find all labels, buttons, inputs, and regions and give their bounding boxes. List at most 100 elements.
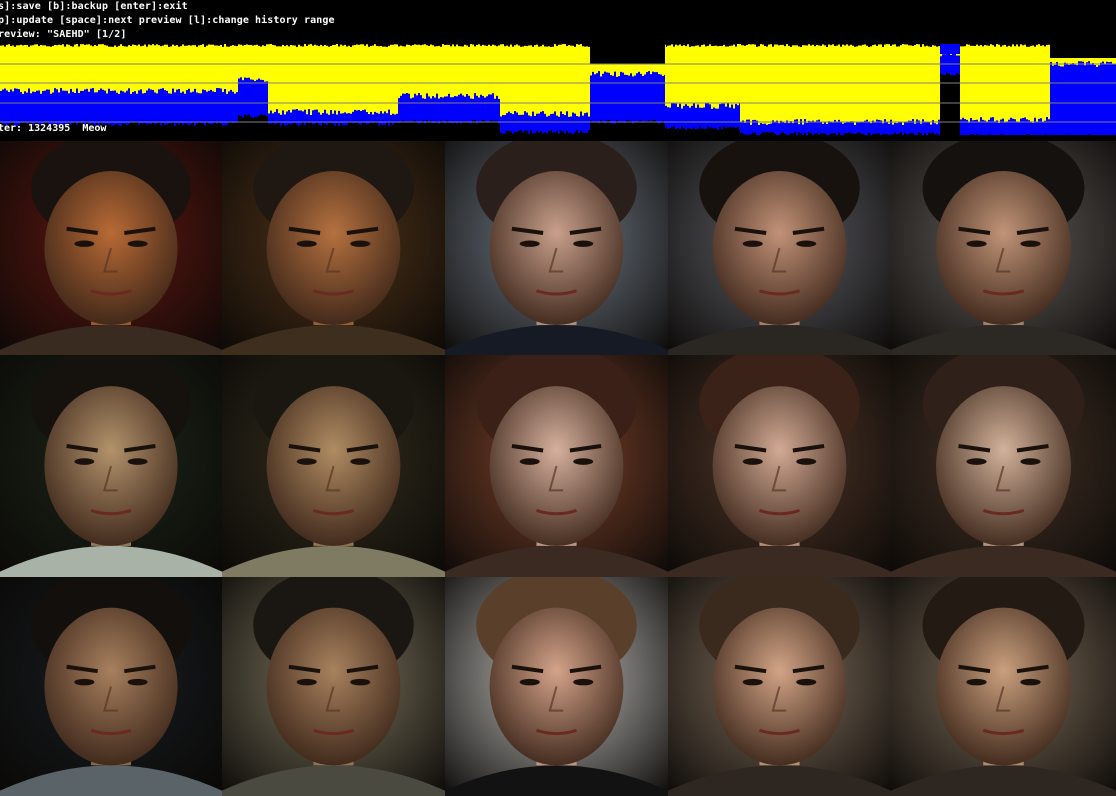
loss-src-bar — [760, 44, 762, 124]
loss-dst-bar — [665, 105, 667, 128]
loss-dst-bar — [284, 114, 286, 126]
loss-dst-bar — [386, 113, 388, 123]
loss-dst-bar — [628, 75, 630, 121]
face-image — [0, 355, 222, 577]
loss-src-bar — [740, 45, 742, 124]
loss-src-bar — [980, 45, 982, 119]
loss-src-bar — [270, 44, 272, 111]
loss-dst-bar — [58, 92, 60, 126]
loss-src-bar — [12, 45, 14, 93]
loss-dst-bar — [138, 90, 140, 125]
loss-src-bar — [528, 45, 530, 117]
loss-src-bar — [372, 45, 374, 117]
loss-src-bar — [408, 44, 410, 95]
loss-src-bar — [452, 44, 454, 98]
loss-dst-bar — [900, 121, 902, 133]
loss-src-bar — [717, 46, 719, 111]
loss-dst-bar — [448, 93, 450, 123]
loss-dst-bar — [566, 111, 568, 131]
loss-dst-bar — [64, 90, 66, 125]
loss-src-bar — [440, 46, 442, 100]
loss-dst-bar — [872, 120, 874, 135]
loss-src-bar — [711, 45, 713, 111]
loss-src-bar — [1018, 46, 1020, 126]
loss-dst-bar — [534, 115, 536, 134]
loss-src-bar — [64, 46, 66, 94]
hint-update-preview-history: p]:update [space]:next preview [l]:chang… — [0, 15, 335, 26]
loss-dst-bar — [560, 111, 562, 131]
preview-tile-dst — [445, 141, 668, 355]
loss-dst-bar — [1060, 66, 1062, 135]
loss-dst-bar — [630, 73, 632, 122]
loss-dst-bar — [1034, 117, 1036, 135]
loss-dst-bar — [34, 91, 36, 123]
loss-src-bar — [424, 44, 426, 100]
loss-src-bar — [212, 44, 214, 93]
loss-dst-bar — [476, 95, 478, 124]
loss-src-bar — [1034, 46, 1036, 121]
loss-dst-bar — [166, 90, 168, 125]
loss-dst-bar — [410, 98, 412, 123]
loss-dst-bar — [864, 120, 866, 135]
loss-src-bar — [0, 45, 2, 93]
loss-src-bar — [160, 46, 162, 91]
loss-src-bar — [50, 46, 52, 97]
loss-src-bar — [96, 45, 98, 95]
loss-src-bar — [1044, 46, 1046, 124]
loss-src-bar — [552, 46, 554, 117]
loss-dst-bar — [970, 117, 972, 135]
loss-src-bar — [278, 46, 280, 116]
loss-dst-bar — [892, 124, 894, 135]
loss-dst-bar — [60, 88, 62, 125]
loss-src-bar — [324, 44, 326, 111]
loss-src-bar — [550, 46, 552, 118]
loss-src-bar — [294, 45, 296, 112]
loss-src-bar — [192, 45, 194, 93]
loss-dst-bar — [122, 91, 124, 124]
loss-dst-bar — [66, 90, 68, 126]
loss-src-bar — [774, 44, 776, 123]
loss-dst-bar — [182, 91, 184, 125]
loss-src-bar — [460, 46, 462, 96]
loss-dst-bar — [1012, 118, 1014, 135]
loss-dst-bar — [948, 52, 950, 74]
loss-src-bar — [727, 46, 729, 106]
loss-dst-bar — [606, 72, 608, 121]
loss-dst-bar — [318, 112, 320, 125]
loss-dst-bar — [1054, 64, 1056, 135]
loss-dst-bar — [1088, 61, 1090, 135]
loss-dst-bar — [562, 114, 564, 132]
loss-dst-bar — [388, 109, 390, 126]
loss-src-bar — [788, 45, 790, 126]
loss-dst-bar — [856, 122, 858, 134]
loss-dst-bar — [858, 122, 860, 133]
loss-dst-bar — [622, 72, 624, 123]
loss-dst-bar — [546, 116, 548, 134]
loss-src-bar — [310, 44, 312, 116]
loss-src-bar — [474, 46, 476, 96]
loss-dst-bar — [188, 88, 190, 126]
loss-dst-bar — [594, 74, 596, 122]
loss-src-bar — [681, 45, 683, 111]
loss-dst-bar — [396, 113, 398, 123]
loss-dst-bar — [254, 81, 256, 117]
loss-dst-bar — [348, 113, 350, 123]
loss-dst-bar — [844, 122, 846, 134]
loss-dst-bar — [482, 95, 484, 121]
loss-src-bar — [982, 46, 984, 123]
loss-src-bar — [78, 46, 80, 96]
loss-src-bar — [874, 44, 876, 124]
preview-tile-src — [0, 577, 222, 796]
loss-dst-bar — [731, 104, 733, 128]
loss-src-bar — [986, 45, 988, 124]
loss-dst-bar — [576, 116, 578, 131]
loss-dst-bar — [76, 88, 78, 125]
loss-src-bar — [334, 44, 336, 112]
loss-dst-bar — [458, 94, 460, 123]
loss-src-bar — [430, 44, 432, 100]
loss-dst-bar — [260, 79, 262, 115]
loss-dst-bar — [808, 120, 810, 133]
loss-src-bar — [68, 44, 70, 95]
loss-dst-bar — [658, 74, 660, 124]
loss-src-bar — [748, 44, 750, 120]
